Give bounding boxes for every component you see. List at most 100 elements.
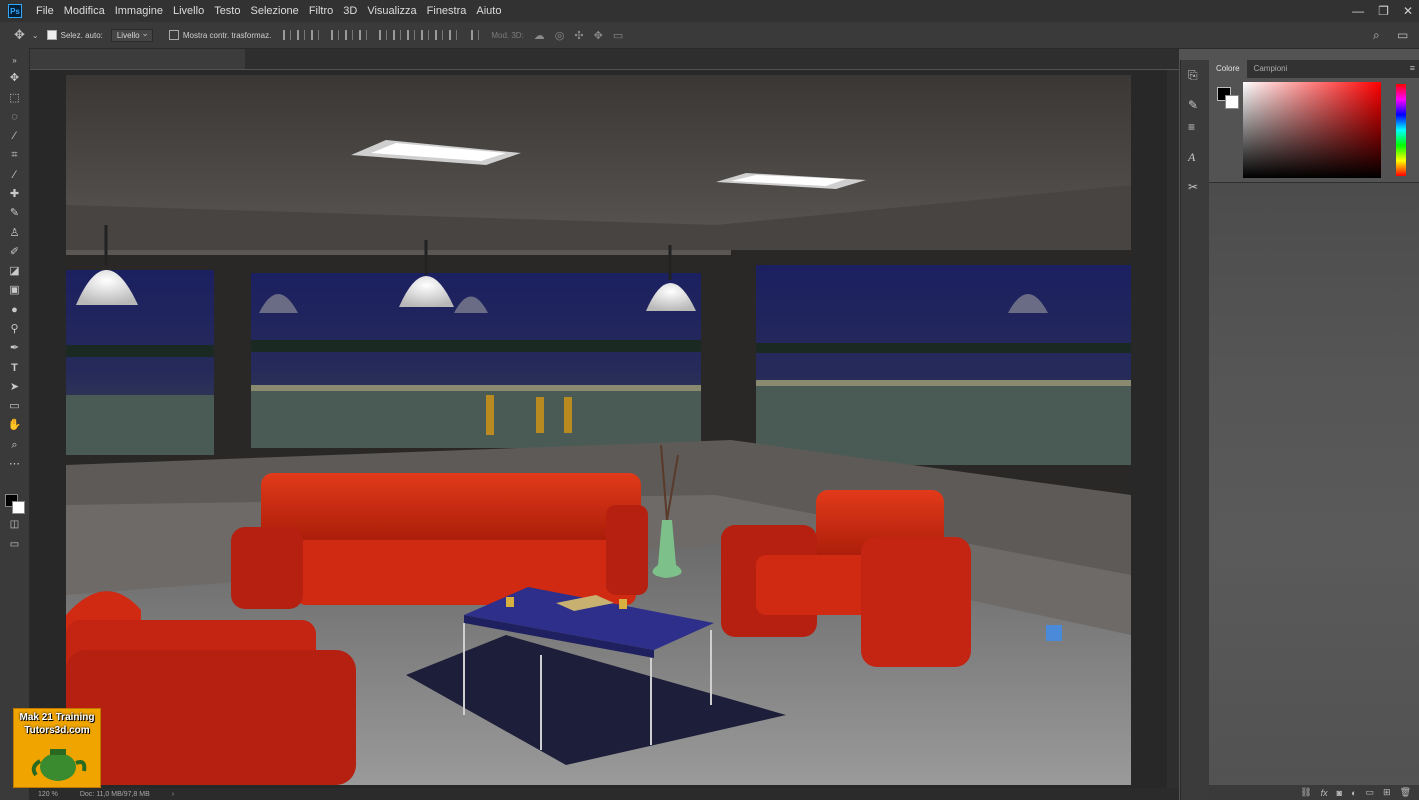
- menu-3d[interactable]: 3D: [338, 0, 362, 22]
- scale-3d-icon[interactable]: ▭: [613, 29, 623, 42]
- stamp-tool-icon[interactable]: ♙: [7, 227, 22, 240]
- background-color-swatch[interactable]: [1225, 95, 1239, 109]
- auto-select-checkbox[interactable]: [46, 30, 57, 40]
- pan-3d-icon[interactable]: ✣: [574, 29, 583, 42]
- fg-bg-color-picker[interactable]: [1217, 87, 1239, 109]
- menu-testo[interactable]: Testo: [209, 0, 245, 22]
- blur-tool-icon[interactable]: ●: [7, 304, 22, 317]
- chevron-down-icon[interactable]: ⌄: [32, 31, 39, 40]
- menu-aiuto[interactable]: Aiuto: [471, 0, 506, 22]
- hue-slider[interactable]: [1396, 84, 1406, 176]
- zoom-tool-icon[interactable]: ⌕: [7, 439, 22, 452]
- align-hcenter-icon[interactable]: [345, 30, 354, 40]
- pen-tool-icon[interactable]: ✒: [7, 342, 22, 355]
- rectangle-tool-icon[interactable]: ▭: [7, 400, 22, 413]
- menu-filtro[interactable]: Filtro: [304, 0, 338, 22]
- align-right-icon[interactable]: [359, 30, 368, 40]
- show-transform-checkbox[interactable]: [168, 30, 179, 40]
- menu-selezione[interactable]: Selezione: [245, 0, 303, 22]
- auto-select-target-dropdown[interactable]: Livello: [110, 28, 153, 42]
- watermark-line1: Mak 21 Training: [19, 712, 95, 723]
- distribute-hcenter-icon[interactable]: [435, 30, 444, 40]
- document-tab[interactable]: [30, 49, 245, 69]
- chevron-right-icon[interactable]: ›: [172, 791, 174, 798]
- distribute-bottom-icon[interactable]: [407, 30, 416, 40]
- menu-visualizza[interactable]: Visualizza: [362, 0, 421, 22]
- dropdown-value: Livello: [116, 30, 140, 40]
- document-size[interactable]: Doc: 11,0 MB/97,8 MB: [80, 791, 150, 798]
- type-tool-icon[interactable]: T: [7, 362, 22, 375]
- history-icon[interactable]: ⎘: [1188, 68, 1198, 83]
- minimize-button[interactable]: —: [1352, 4, 1364, 18]
- menu-file[interactable]: File: [31, 0, 59, 22]
- new-group-icon[interactable]: ▭: [1366, 787, 1375, 798]
- align-bottom-icon[interactable]: [311, 30, 320, 40]
- align-left-icon[interactable]: [331, 30, 340, 40]
- gradient-tool-icon[interactable]: ▣: [7, 284, 22, 297]
- collapse-toolbar-icon[interactable]: »: [7, 54, 22, 67]
- roll-3d-icon[interactable]: ◎: [555, 29, 565, 42]
- workspace-icon[interactable]: ▭: [1397, 28, 1408, 42]
- distribute-right-icon[interactable]: [449, 30, 458, 40]
- orbit-3d-icon[interactable]: ☁: [534, 29, 545, 42]
- quick-mask-icon[interactable]: ◫: [7, 518, 22, 531]
- new-layer-icon[interactable]: ⊞: [1383, 787, 1391, 798]
- close-button[interactable]: ✕: [1403, 4, 1413, 18]
- adjustments-icon[interactable]: ≡: [1188, 120, 1195, 134]
- history-brush-tool-icon[interactable]: ✐: [7, 246, 22, 259]
- panel-menu-icon[interactable]: ≡: [1410, 63, 1415, 73]
- menu-modifica[interactable]: Modifica: [59, 0, 110, 22]
- color-spectrum-field[interactable]: [1243, 82, 1381, 178]
- menu-livello[interactable]: Livello: [168, 0, 209, 22]
- photoshop-logo-icon[interactable]: Ps: [8, 4, 22, 18]
- screen-mode-icon[interactable]: ▭: [7, 538, 22, 551]
- menu-finestra[interactable]: Finestra: [422, 0, 472, 22]
- vertical-scrollbar[interactable]: [1167, 70, 1179, 788]
- hand-tool-icon[interactable]: ✋: [7, 419, 22, 432]
- delete-layer-icon[interactable]: 🗑: [1400, 787, 1411, 798]
- eyedropper-tool-icon[interactable]: ∕: [7, 169, 22, 182]
- options-bar: ✥ ⌄ Selez. auto: Livello Mostra contr. t…: [0, 22, 1419, 49]
- character-icon[interactable]: A: [1188, 150, 1195, 165]
- panel-icon-strip: ⎘ ✎ ≡ A ✂: [1180, 60, 1210, 800]
- move-tool-icon[interactable]: ✥: [14, 27, 25, 43]
- search-icon[interactable]: ⌕: [1373, 28, 1380, 43]
- path-selection-tool-icon[interactable]: ➤: [7, 381, 22, 394]
- brush-settings-icon[interactable]: ✎: [1188, 98, 1198, 112]
- eraser-tool-icon[interactable]: ◪: [7, 265, 22, 278]
- menu-immagine[interactable]: Immagine: [110, 0, 168, 22]
- auto-select-label: Selez. auto:: [60, 30, 103, 40]
- marquee-tool-icon[interactable]: ⬚: [7, 92, 22, 105]
- layer-style-icon[interactable]: fx: [1321, 788, 1328, 798]
- background-color-swatch[interactable]: [12, 501, 25, 514]
- move-tool-icon[interactable]: ✥: [7, 72, 22, 85]
- menu-bar: Ps File Modifica Immagine Livello Testo …: [0, 0, 1419, 22]
- align-vcenter-icon[interactable]: [297, 30, 306, 40]
- living-room-render: [66, 75, 1131, 785]
- distribute-vcenter-icon[interactable]: [393, 30, 402, 40]
- color-panel-tabs: Colore Campioni ≡: [1209, 60, 1419, 78]
- distribute-top-icon[interactable]: [379, 30, 388, 40]
- tab-campioni[interactable]: Campioni: [1247, 60, 1295, 78]
- layer-mask-icon[interactable]: ◙: [1337, 788, 1342, 798]
- slide-3d-icon[interactable]: ✥: [594, 29, 603, 42]
- dodge-tool-icon[interactable]: ⚲: [7, 323, 22, 336]
- magic-wand-tool-icon[interactable]: ⁄: [7, 130, 22, 143]
- link-layers-icon[interactable]: ⛓: [1300, 787, 1311, 798]
- restore-button[interactable]: ❐: [1378, 4, 1389, 18]
- tools-presets-icon[interactable]: ✂: [1188, 180, 1198, 194]
- crop-tool-icon[interactable]: ⌗: [7, 149, 22, 162]
- tab-colore[interactable]: Colore: [1209, 60, 1247, 78]
- lasso-tool-icon[interactable]: ◌: [7, 111, 22, 124]
- canvas-image[interactable]: [66, 75, 1131, 785]
- auto-align-icon[interactable]: [471, 30, 480, 40]
- align-buttons: [283, 30, 368, 40]
- brush-tool-icon[interactable]: ✎: [7, 207, 22, 220]
- zoom-level[interactable]: 120 %: [38, 791, 58, 798]
- distribute-left-icon[interactable]: [421, 30, 430, 40]
- adjustment-layer-icon[interactable]: ◐: [1351, 788, 1356, 798]
- more-tools-icon[interactable]: ⋯: [7, 458, 22, 471]
- align-top-icon[interactable]: [283, 30, 292, 40]
- distribute-buttons: [379, 30, 458, 40]
- healing-brush-tool-icon[interactable]: ✚: [7, 188, 22, 201]
